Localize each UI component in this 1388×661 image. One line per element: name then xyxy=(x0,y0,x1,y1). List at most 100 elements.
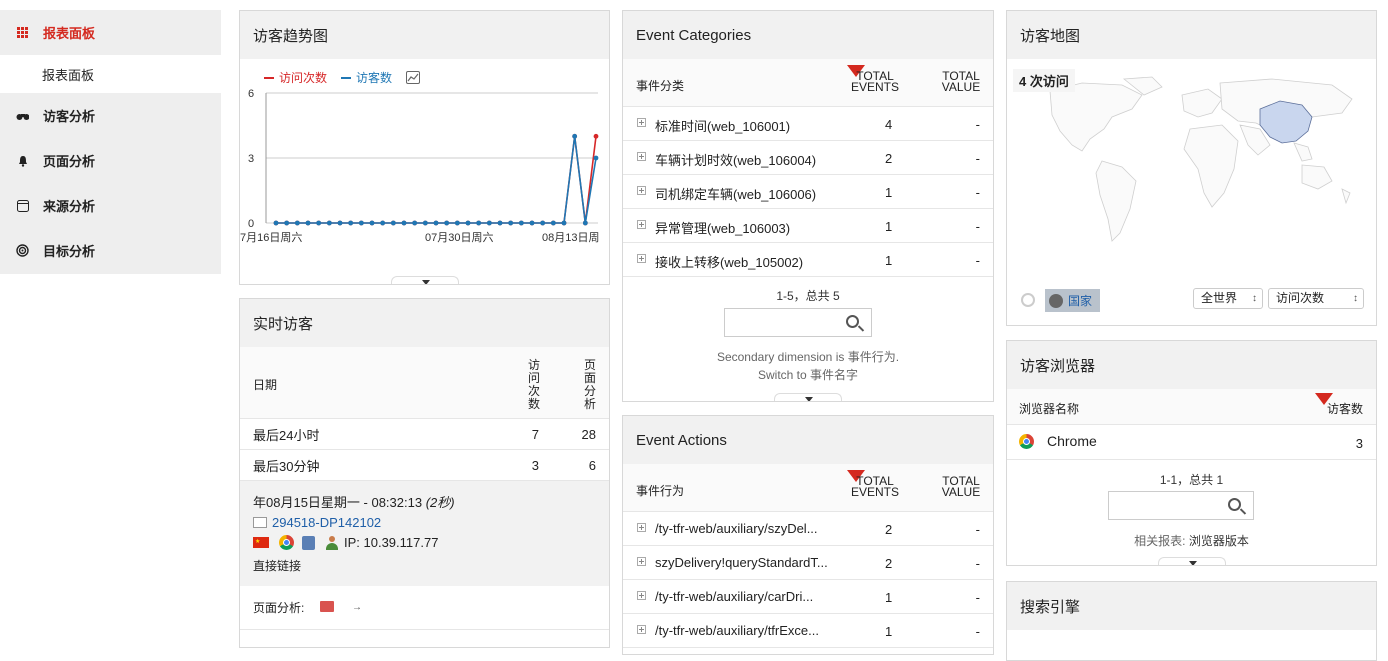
data-point xyxy=(486,220,492,226)
related-reports-label: 相关报表: xyxy=(1134,534,1186,548)
sidebar-item-label: 报表面板 xyxy=(43,26,96,41)
widget-title: 搜索引擎 xyxy=(1007,582,1376,630)
trend-chart: 6 3 07月16日周六 07月30日周六 08月13日周 xyxy=(240,88,599,244)
sidebar-item-sources[interactable]: 来源分析 xyxy=(0,183,221,228)
col-total-value[interactable]: TOTAL VALUE xyxy=(935,475,987,498)
table-row[interactable]: 车辆计划时效(web_106004) 2 - xyxy=(623,141,993,175)
row-total-events: 1 xyxy=(885,185,893,200)
table-row[interactable]: szyDelivery!queryStandardT... 2 - xyxy=(623,546,993,580)
search-input[interactable] xyxy=(1108,491,1254,520)
row-label: 异常管理(web_106003) xyxy=(655,221,791,236)
expand-row-icon[interactable] xyxy=(637,152,646,161)
row-total-events: 1 xyxy=(885,219,893,234)
y-tick-label: 0 xyxy=(248,218,254,230)
folder-icon[interactable] xyxy=(320,601,334,612)
data-point xyxy=(284,220,290,226)
col-action: 事件行为 xyxy=(636,484,685,498)
world-map[interactable] xyxy=(1012,69,1372,289)
sidebar-item-visitors[interactable]: 访客分析 xyxy=(0,93,221,138)
row-label: 司机绑定车辆(web_106006) xyxy=(655,187,817,202)
sidebar-item-goals[interactable]: 目标分析 xyxy=(0,228,221,273)
sidebar-item-label: 页面分析 xyxy=(43,154,96,169)
row-label: 接收上转移(web_105002) xyxy=(655,255,804,270)
row-total-events: 2 xyxy=(885,522,893,537)
related-report-link[interactable]: 浏览器版本 xyxy=(1189,534,1249,548)
table-row[interactable]: /ty-tfr-web/auxiliary/tfrExce... 1 - xyxy=(623,614,993,648)
sidebar-item-label: 来源分析 xyxy=(43,199,96,214)
secondary-dimension-note: Secondary dimension is 事件行为. xyxy=(716,350,900,364)
expand-row-icon[interactable] xyxy=(637,186,646,195)
country-button[interactable]: 国家 xyxy=(1045,289,1101,312)
pagination: 1-1，总共 1 xyxy=(1159,473,1224,487)
row-total-value: - xyxy=(975,117,980,132)
data-point xyxy=(348,220,354,226)
expand-row-icon[interactable] xyxy=(637,625,646,634)
expand-row-icon[interactable] xyxy=(637,220,646,229)
data-point xyxy=(518,220,524,226)
data-point xyxy=(572,133,578,139)
expand-tab[interactable] xyxy=(391,276,459,284)
row-label: /ty-tfr-web/auxiliary/tfrExce... xyxy=(655,623,819,638)
table-row[interactable]: 接收上转移(web_105002) 1 - xyxy=(623,243,993,277)
data-point xyxy=(326,220,332,226)
search-input[interactable] xyxy=(724,308,872,337)
sidebar-item-pages[interactable]: 页面分析 xyxy=(0,138,221,183)
sidebar-subitem-dashboard[interactable]: 报表面板 xyxy=(0,55,221,93)
table-row[interactable]: /ty-tfr-web/auxiliary/carDri... 1 - xyxy=(623,580,993,614)
col-total-value[interactable]: TOTAL VALUE xyxy=(935,70,987,93)
row-label: 车辆计划时效(web_106004) xyxy=(655,153,817,168)
os-icon xyxy=(302,535,315,550)
table-row[interactable]: /ty-tfr-web/auxiliary/szyDel... 2 - xyxy=(623,512,993,546)
search-icon xyxy=(1228,498,1241,511)
col-total-events[interactable]: TOTAL EVENTS xyxy=(849,475,901,498)
col-browser-name: 浏览器名称 xyxy=(1019,402,1080,416)
sidebar-item-dashboard[interactable]: 报表面板 xyxy=(0,10,221,55)
browser-name[interactable]: Chrome xyxy=(1047,433,1097,449)
widget-title: 访客浏览器 xyxy=(1007,341,1376,389)
sidebar-item-label: 访客分析 xyxy=(43,109,96,124)
zoom-out-icon[interactable] xyxy=(1021,293,1035,307)
row-pages: 6 xyxy=(588,457,596,473)
data-point xyxy=(358,220,364,226)
widget-title: 访客趋势图 xyxy=(240,11,609,59)
expand-tab[interactable] xyxy=(774,393,842,401)
data-point xyxy=(401,220,407,226)
region-select[interactable]: 全世界 xyxy=(1193,288,1263,309)
row-total-value: - xyxy=(975,253,980,268)
data-point xyxy=(497,220,503,226)
table-row: Chrome 3 xyxy=(1007,425,1376,460)
expand-tab[interactable] xyxy=(1158,557,1226,565)
profile-card-icon xyxy=(253,517,267,528)
data-point xyxy=(593,155,599,161)
y-tick-label: 3 xyxy=(248,153,254,165)
switch-dimension-link[interactable]: Switch to 事件名字 xyxy=(623,366,993,383)
col-visits[interactable]: 访问次数 xyxy=(528,359,542,411)
table-row[interactable]: 异常管理(web_106003) 1 - xyxy=(623,209,993,243)
visitor-id-link[interactable]: 294518-DP142102 xyxy=(272,515,381,530)
row-total-value: - xyxy=(975,556,980,571)
data-point xyxy=(412,220,418,226)
data-point xyxy=(305,220,311,226)
expand-row-icon[interactable] xyxy=(637,591,646,600)
data-point xyxy=(444,220,450,226)
data-point xyxy=(294,220,300,226)
metric-select[interactable]: 访问次数 xyxy=(1268,288,1364,309)
y-tick-label: 6 xyxy=(248,88,254,100)
table-row[interactable]: 司机绑定车辆(web_106006) 1 - xyxy=(623,175,993,209)
col-visitors[interactable]: 访客数 xyxy=(1327,400,1363,417)
expand-row-icon[interactable] xyxy=(637,254,646,263)
binoculars-icon xyxy=(16,109,29,122)
expand-row-icon[interactable] xyxy=(637,118,646,127)
expand-row-icon[interactable] xyxy=(637,557,646,566)
data-point xyxy=(369,220,375,226)
table-row[interactable]: 标准时间(web_106001) 4 - xyxy=(623,107,993,141)
data-point xyxy=(550,220,556,226)
pages-label: 页面分析: xyxy=(253,601,305,615)
data-point xyxy=(561,220,567,226)
china-region[interactable] xyxy=(1259,100,1313,144)
visit-time: 年08月15日星期一 - 08:32:13 xyxy=(253,495,423,510)
data-point xyxy=(529,220,535,226)
expand-row-icon[interactable] xyxy=(637,523,646,532)
col-pages[interactable]: 页面分析 xyxy=(584,359,598,411)
col-total-events[interactable]: TOTAL EVENTS xyxy=(849,70,901,93)
